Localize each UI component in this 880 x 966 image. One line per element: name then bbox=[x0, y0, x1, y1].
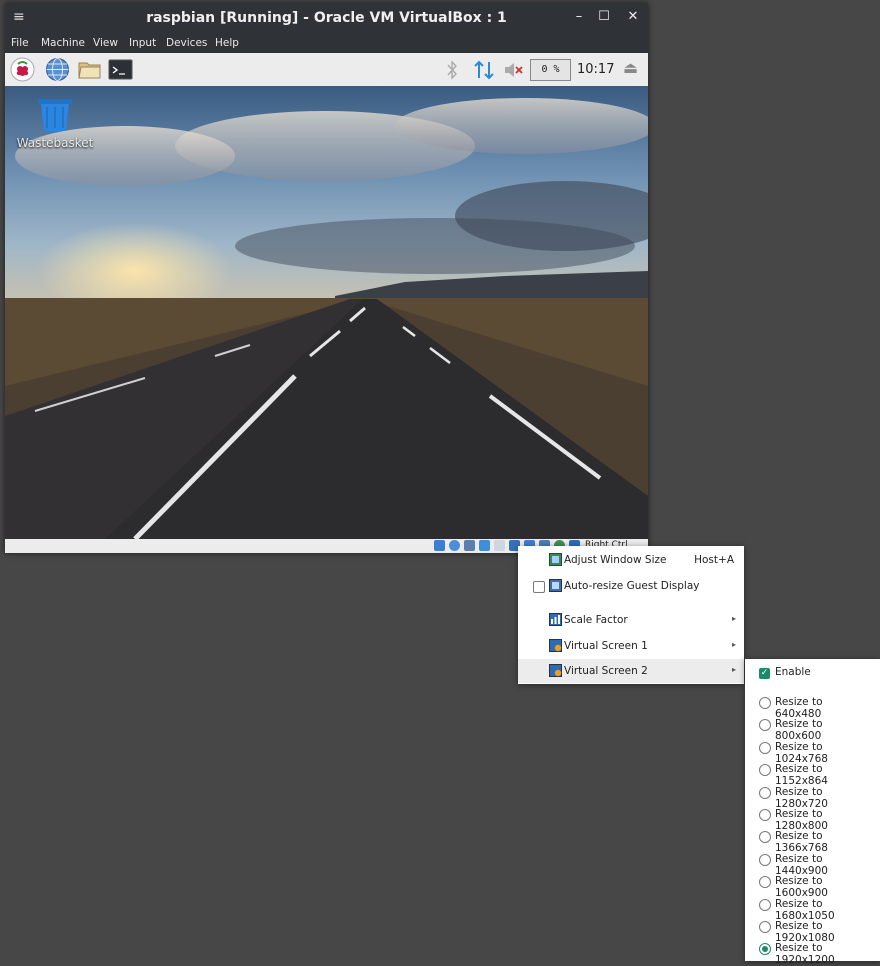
menu-item-label: Adjust Window Size bbox=[564, 554, 667, 566]
resolution-radio[interactable] bbox=[759, 764, 771, 777]
close-button[interactable]: ✕ bbox=[625, 9, 641, 24]
menu-item-virtual-screen-2[interactable]: Virtual Screen 2 ▸ bbox=[518, 659, 744, 683]
terminal-icon[interactable] bbox=[108, 57, 133, 82]
auto-resize-icon bbox=[549, 579, 562, 592]
menu-item-label: Virtual Screen 2 bbox=[564, 665, 648, 677]
menu-item-scale-factor[interactable]: Scale Factor ▸ bbox=[518, 608, 744, 632]
resolution-label: Resize to 1920x1200 bbox=[775, 942, 835, 966]
wallpaper-road-image bbox=[5, 98, 648, 539]
enable-label: Enable bbox=[775, 666, 811, 678]
enable-checkbox[interactable]: ✓ bbox=[759, 668, 770, 679]
guest-desktop[interactable]: Wastebasket bbox=[5, 86, 648, 539]
menu-item-label: Scale Factor bbox=[564, 614, 628, 626]
auto-resize-checkbox[interactable] bbox=[533, 581, 545, 593]
wastebasket-label[interactable]: Wastebasket bbox=[11, 136, 99, 150]
enable-option[interactable]: ✓ Enable bbox=[745, 661, 870, 683]
resolution-option[interactable]: Resize to 800x600 bbox=[745, 713, 870, 742]
resolution-option[interactable]: Resize to 1920x1200 bbox=[745, 937, 870, 966]
menu-file[interactable]: File bbox=[11, 37, 29, 49]
submenu-arrow-icon: ▸ bbox=[731, 614, 736, 623]
resolution-option[interactable]: Resize to 1280x800 bbox=[745, 803, 870, 832]
resolution-radio[interactable] bbox=[759, 943, 771, 956]
resolution-radio[interactable] bbox=[759, 921, 771, 933]
menu-item-adjust-window-size[interactable]: Adjust Window Size Host+A bbox=[518, 548, 744, 572]
wastebasket-icon[interactable] bbox=[37, 98, 73, 132]
menu-item-auto-resize[interactable]: Auto-resize Guest Display bbox=[518, 574, 744, 598]
bluetooth-icon[interactable] bbox=[446, 60, 458, 80]
globe-icon[interactable] bbox=[45, 57, 70, 82]
volume-muted-icon[interactable] bbox=[503, 61, 525, 79]
menu-bar: File Machine View Input Devices Help bbox=[5, 33, 648, 53]
resolution-radio[interactable] bbox=[759, 786, 771, 799]
display-status-icon[interactable] bbox=[494, 540, 505, 551]
maximize-button[interactable]: ☐ bbox=[596, 9, 612, 24]
resolution-option[interactable]: Resize to 1366x768 bbox=[745, 825, 870, 854]
title-bar[interactable]: ≡ raspbian [Running] - Oracle VM Virtual… bbox=[5, 3, 648, 33]
resolution-option[interactable]: Resize to 1680x1050 bbox=[745, 893, 870, 922]
resolution-radio[interactable] bbox=[759, 741, 771, 754]
menu-item-virtual-screen-1[interactable]: Virtual Screen 1 ▸ bbox=[518, 634, 744, 658]
virtual-screen-2-submenu: ✓ Enable Resize to 640x480 Resize to 800x… bbox=[745, 659, 880, 966]
menu-item-label: Auto-resize Guest Display bbox=[564, 580, 700, 592]
shared-folders-status-icon[interactable] bbox=[479, 540, 490, 551]
usb-status-icon[interactable] bbox=[464, 540, 475, 551]
hard-disk-status-icon[interactable] bbox=[434, 540, 445, 551]
resolution-radio[interactable] bbox=[759, 898, 771, 911]
resolution-radio[interactable] bbox=[759, 719, 771, 732]
menu-machine[interactable]: Machine bbox=[41, 37, 85, 49]
resolution-radio[interactable] bbox=[759, 697, 771, 709]
resolution-radio[interactable] bbox=[759, 831, 771, 844]
raspberry-icon[interactable] bbox=[10, 57, 35, 82]
virtual-screen-icon bbox=[549, 664, 562, 677]
submenu-arrow-icon: ▸ bbox=[731, 665, 736, 674]
virtualbox-window: ≡ raspbian [Running] - Oracle VM Virtual… bbox=[5, 3, 648, 553]
resolution-option[interactable]: Resize to 640x480 bbox=[745, 691, 870, 720]
guest-taskbar: 0 % 10:17 ⏏ bbox=[5, 53, 648, 87]
resolution-option[interactable]: Resize to 1920x1080 bbox=[745, 915, 870, 944]
folder-icon[interactable] bbox=[77, 57, 102, 82]
resolution-radio[interactable] bbox=[759, 809, 771, 821]
resolution-radio[interactable] bbox=[759, 853, 771, 866]
resolution-option[interactable]: Resize to 1152x864 bbox=[745, 758, 870, 787]
menu-input[interactable]: Input bbox=[129, 37, 156, 49]
resolution-option[interactable]: Resize to 1024x768 bbox=[745, 736, 870, 765]
submenu-arrow-icon: ▸ bbox=[731, 640, 736, 649]
resolution-option[interactable]: Resize to 1600x900 bbox=[745, 870, 870, 899]
window-title: raspbian [Running] - Oracle VM VirtualBo… bbox=[146, 10, 507, 26]
virtual-screen-icon bbox=[549, 639, 562, 652]
view-context-menu: Adjust Window Size Host+A Auto-resize Gu… bbox=[518, 546, 744, 684]
optical-drive-status-icon[interactable] bbox=[449, 540, 460, 551]
clock[interactable]: 10:17 bbox=[577, 62, 614, 77]
menu-help[interactable]: Help bbox=[215, 37, 239, 49]
cpu-monitor[interactable]: 0 % bbox=[530, 59, 571, 81]
menu-view[interactable]: View bbox=[93, 37, 118, 49]
minimize-button[interactable]: – bbox=[571, 9, 587, 24]
menu-item-label: Virtual Screen 1 bbox=[564, 640, 648, 652]
menu-devices[interactable]: Devices bbox=[166, 37, 207, 49]
eject-icon[interactable]: ⏏ bbox=[623, 58, 638, 77]
shortcut-label: Host+A bbox=[694, 554, 734, 566]
scale-factor-icon bbox=[549, 613, 562, 626]
network-transfer-icon[interactable] bbox=[473, 59, 495, 81]
adjust-window-icon bbox=[549, 553, 562, 566]
resolution-option[interactable]: Resize to 1280x720 bbox=[745, 781, 870, 810]
resolution-radio[interactable] bbox=[759, 876, 771, 889]
resolution-option[interactable]: Resize to 1440x900 bbox=[745, 848, 870, 877]
